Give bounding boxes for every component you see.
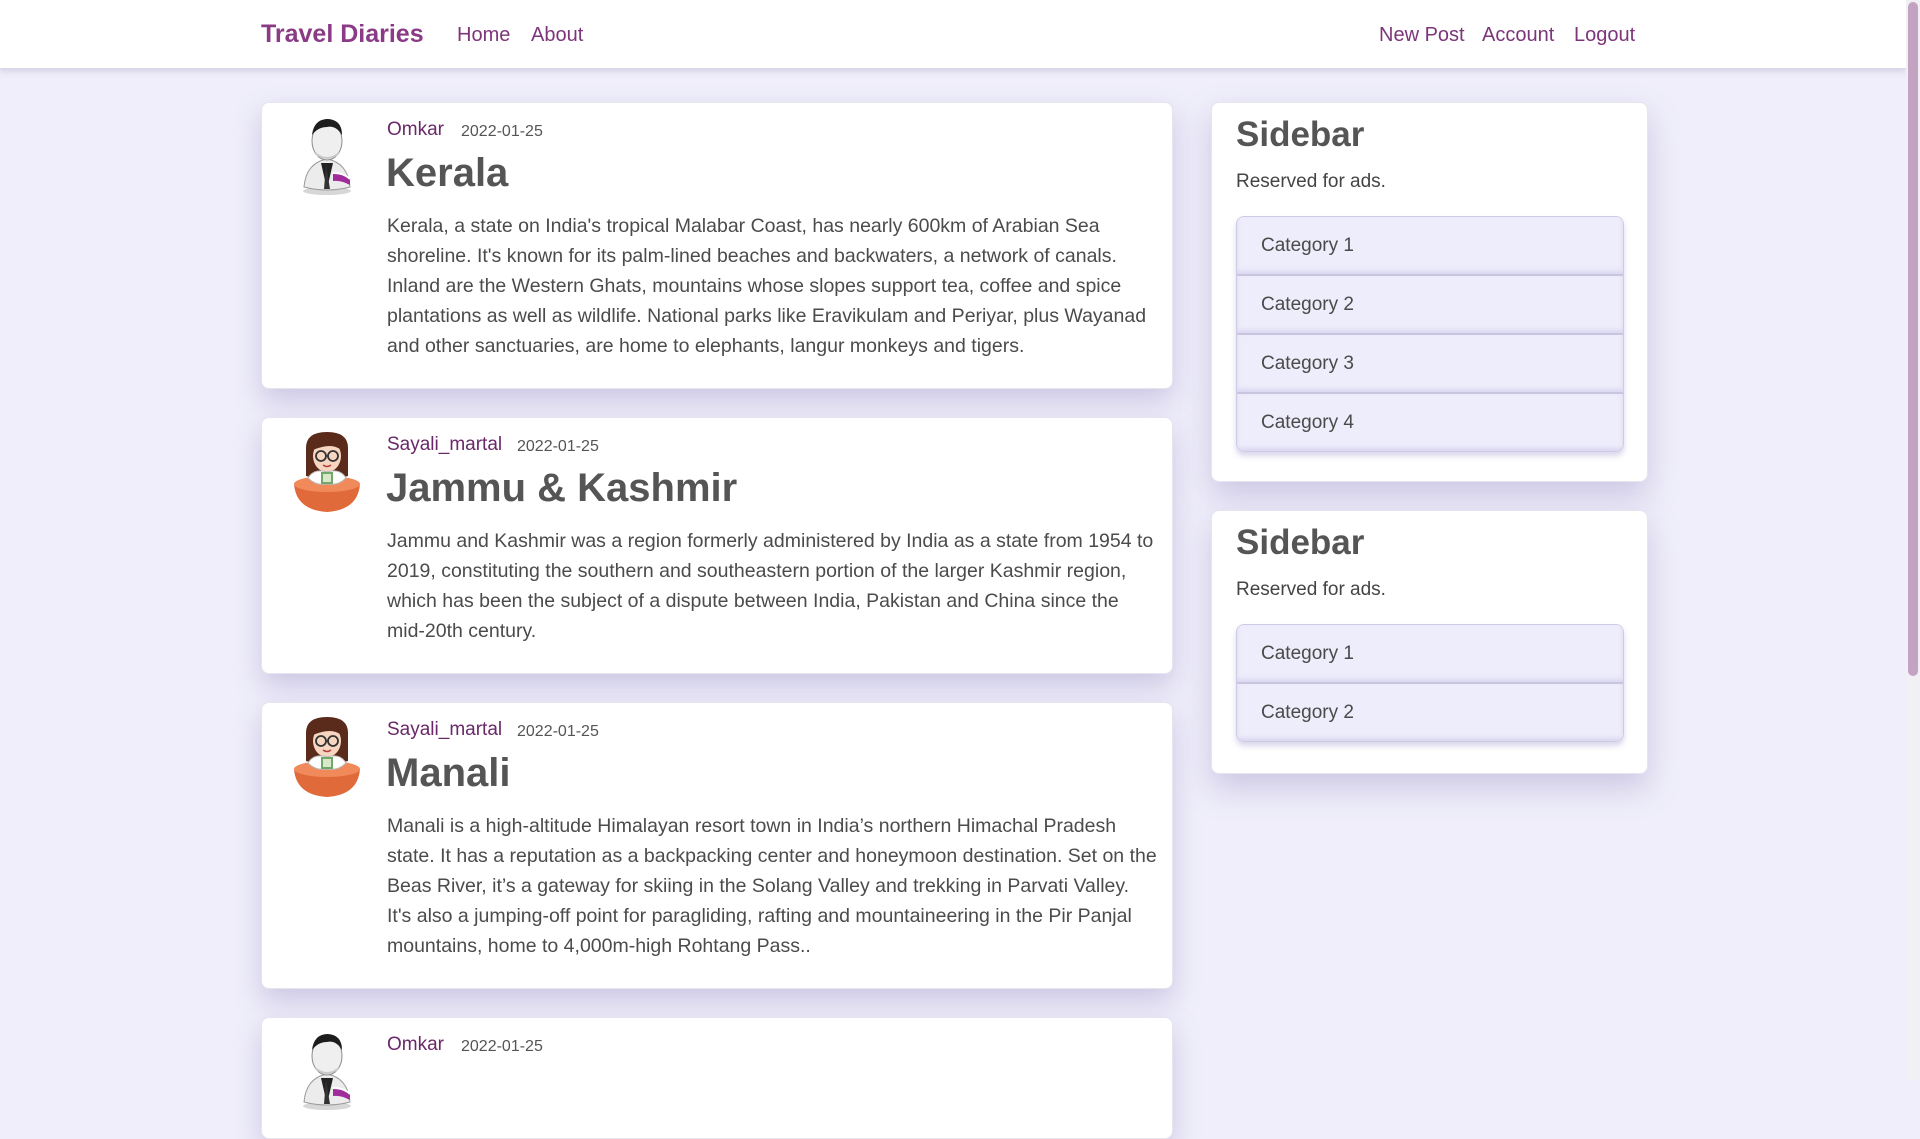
category-item[interactable]: Category 4 (1237, 394, 1623, 451)
post-title[interactable]: Jammu & Kashmir (386, 464, 737, 512)
post-title[interactable]: Manali (386, 749, 510, 797)
nav-home-link[interactable]: Home (457, 24, 510, 47)
nav-new-post-link[interactable]: New Post (1379, 24, 1465, 47)
post-author-link[interactable]: Omkar (387, 119, 444, 141)
category-item[interactable]: Category 1 (1237, 217, 1623, 276)
category-list: Category 1 Category 2 (1236, 624, 1624, 742)
category-item[interactable]: Category 2 (1237, 684, 1623, 741)
post-card: Omkar 2022-01-25 Kerala Kerala, a state … (261, 102, 1173, 389)
sidebar-title: Sidebar (1236, 115, 1365, 154)
nav-account-link[interactable]: Account (1482, 24, 1554, 47)
category-list: Category 1 Category 2 Category 3 Categor… (1236, 216, 1624, 452)
category-item[interactable]: Category 1 (1237, 625, 1623, 684)
woman-avatar-icon (293, 431, 361, 512)
vertical-scrollbar[interactable] (1906, 0, 1920, 1080)
post-card: Omkar 2022-01-25 (261, 1017, 1173, 1139)
post-author-link[interactable]: Omkar (387, 1034, 444, 1056)
post-body: Jammu and Kashmir was a region formerly … (387, 530, 1154, 642)
post-author-link[interactable]: Sayali_martal (387, 719, 502, 741)
post-date: 2022-01-25 (461, 1038, 543, 1055)
man-avatar-icon (302, 118, 352, 196)
woman-avatar-icon (293, 716, 361, 797)
post-card: Sayali_martal 2022-01-25 Jammu & Kashmir… (261, 417, 1173, 674)
post-body: Manali is a high-altitude Himalayan reso… (387, 815, 1157, 957)
brand-link[interactable]: Travel Diaries (261, 20, 424, 49)
sidebar-ads-text: Reserved for ads. (1236, 579, 1386, 600)
nav-logout-link[interactable]: Logout (1574, 24, 1635, 47)
post-title[interactable]: Kerala (386, 149, 508, 197)
post-date: 2022-01-25 (517, 723, 599, 740)
post-body: Kerala, a state on India's tropical Mala… (387, 215, 1147, 357)
man-avatar-icon (302, 1033, 352, 1111)
post-author-link[interactable]: Sayali_martal (387, 434, 502, 456)
category-item[interactable]: Category 2 (1237, 276, 1623, 335)
nav-about-link[interactable]: About (531, 24, 583, 47)
post-date: 2022-01-25 (461, 123, 543, 140)
top-navbar: Travel Diaries Home About New Post Accou… (0, 0, 1906, 69)
sidebar-ads-text: Reserved for ads. (1236, 171, 1386, 192)
sidebar-card: Sidebar Reserved for ads. Category 1 Cat… (1211, 102, 1648, 482)
post-card: Sayali_martal 2022-01-25 Manali Manali i… (261, 702, 1173, 989)
sidebar-card: Sidebar Reserved for ads. Category 1 Cat… (1211, 510, 1648, 774)
post-date: 2022-01-25 (517, 438, 599, 455)
sidebar-title: Sidebar (1236, 523, 1365, 562)
category-item[interactable]: Category 3 (1237, 335, 1623, 394)
scrollbar-thumb[interactable] (1908, 2, 1918, 676)
